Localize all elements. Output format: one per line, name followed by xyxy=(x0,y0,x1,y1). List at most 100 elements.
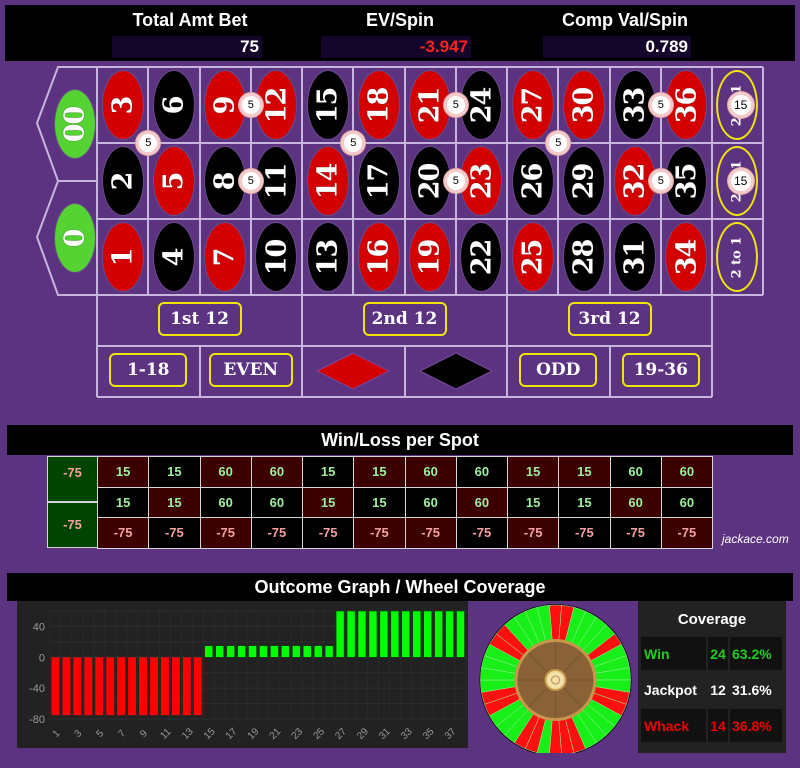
number-label: 16 xyxy=(363,239,395,275)
number-31[interactable]: 31 xyxy=(610,219,661,295)
number-29[interactable]: 29 xyxy=(558,143,609,219)
bet-chip[interactable]: 5 xyxy=(443,93,468,117)
winloss-cell: 60 xyxy=(660,486,713,518)
bar-21 xyxy=(270,645,279,658)
number-14[interactable]: 14 xyxy=(302,143,353,219)
dozen-bet-1[interactable]: 1st 12 xyxy=(157,302,242,336)
bet-chip[interactable]: 15 xyxy=(727,168,754,194)
bar-18 xyxy=(237,645,246,658)
outside-bet-1-18[interactable]: 1-18 xyxy=(109,353,188,387)
outside-bet-19-36[interactable]: 19-36 xyxy=(621,353,700,387)
bet-chip[interactable]: 5 xyxy=(136,131,161,155)
y-tick-label: 40 xyxy=(33,621,45,633)
number-22[interactable]: 22 xyxy=(456,219,507,295)
bar-25 xyxy=(313,645,323,658)
winloss-value: 60 xyxy=(423,464,438,480)
winloss-cell: 60 xyxy=(250,486,303,518)
number-oval: 1 xyxy=(101,222,144,292)
winloss-value: 60 xyxy=(474,494,490,510)
winloss-value: -75 xyxy=(267,525,287,541)
bet-chip[interactable]: 5 xyxy=(238,169,263,193)
bar-4 xyxy=(84,657,93,716)
number-17[interactable]: 17 xyxy=(353,143,404,219)
number-18[interactable]: 18 xyxy=(353,67,404,143)
dozen-bet-2[interactable]: 2nd 12 xyxy=(362,302,447,336)
bar-7 xyxy=(117,657,126,716)
number-26[interactable]: 26 xyxy=(507,143,558,219)
bet-chip[interactable]: 5 xyxy=(648,169,673,193)
winloss-cell: -75 xyxy=(404,517,457,549)
number-7[interactable]: 7 xyxy=(200,219,251,295)
bet-chip[interactable]: 5 xyxy=(648,93,673,117)
number-3[interactable]: 3 xyxy=(97,67,148,143)
number-label: 12 xyxy=(260,87,292,123)
bar-23 xyxy=(292,645,301,658)
winloss-value: 15 xyxy=(525,464,541,480)
number-19[interactable]: 19 xyxy=(405,219,456,295)
number-label: 18 xyxy=(363,87,395,123)
bar-30 xyxy=(368,610,378,658)
winloss-cell: 60 xyxy=(455,456,508,488)
black-bet-diamond[interactable] xyxy=(418,351,494,391)
outside-bet-label: 1-18 xyxy=(126,360,170,380)
number-label: 33 xyxy=(619,87,651,123)
winloss-value: 15 xyxy=(372,464,387,480)
winloss-cell: -75 xyxy=(660,517,713,549)
number-oval: 13 xyxy=(306,222,349,292)
number-00[interactable]: 00 xyxy=(52,72,97,176)
number-5[interactable]: 5 xyxy=(148,143,199,219)
red-bet-diamond[interactable] xyxy=(315,351,391,391)
number-0[interactable]: 0 xyxy=(52,186,97,290)
number-28[interactable]: 28 xyxy=(558,219,609,295)
number-oval: 7 xyxy=(204,222,247,292)
number-2[interactable]: 2 xyxy=(97,143,148,219)
number-oval: 16 xyxy=(357,222,400,292)
outside-bet-odd[interactable]: ODD xyxy=(519,353,598,387)
bet-chip[interactable]: 5 xyxy=(341,131,366,155)
bet-chip[interactable]: 5 xyxy=(546,131,571,155)
number-25[interactable]: 25 xyxy=(507,219,558,295)
coverage-label-whack: Whack xyxy=(641,709,706,742)
grid-vline xyxy=(711,295,713,397)
number-16[interactable]: 16 xyxy=(353,219,404,295)
column-bet-1[interactable]: 2 to 1 xyxy=(716,222,758,292)
winloss-value: 15 xyxy=(320,464,336,480)
x-tick-label: 27 xyxy=(333,726,349,742)
winloss-value: 15 xyxy=(525,494,541,510)
coverage-pct: 63.2% xyxy=(730,637,782,670)
winloss-value: -75 xyxy=(63,517,82,532)
bar-19 xyxy=(248,645,257,658)
number-oval: 27 xyxy=(511,70,554,140)
number-1[interactable]: 1 xyxy=(97,219,148,295)
number-10[interactable]: 10 xyxy=(251,219,302,295)
number-4[interactable]: 4 xyxy=(148,219,199,295)
winloss-value: 60 xyxy=(628,464,643,480)
number-label: 22 xyxy=(465,239,497,275)
dozen-bet-3[interactable]: 3rd 12 xyxy=(567,302,652,336)
number-6[interactable]: 6 xyxy=(148,67,199,143)
bet-chip[interactable]: 5 xyxy=(238,93,263,117)
number-oval: 19 xyxy=(409,222,452,292)
winloss-cell: 15 xyxy=(507,456,560,488)
bar-8 xyxy=(128,657,137,716)
outside-bet-even[interactable]: EVEN xyxy=(208,353,293,387)
winloss-value: -75 xyxy=(574,525,594,541)
number-label: 9 xyxy=(209,96,241,114)
number-15[interactable]: 15 xyxy=(302,67,353,143)
number-27[interactable]: 27 xyxy=(507,67,558,143)
number-13[interactable]: 13 xyxy=(302,219,353,295)
number-oval: 4 xyxy=(152,222,195,292)
bet-chip[interactable]: 15 xyxy=(727,92,754,118)
bet-chip[interactable]: 5 xyxy=(443,169,468,193)
number-oval: 00 xyxy=(53,89,96,159)
number-34[interactable]: 34 xyxy=(661,219,712,295)
bar-36 xyxy=(434,610,443,658)
bar-14 xyxy=(193,657,202,716)
bar-34 xyxy=(412,610,421,658)
number-oval: 17 xyxy=(357,146,400,216)
y-tick-label: -80 xyxy=(29,714,45,726)
number-oval: 26 xyxy=(511,146,554,216)
number-30[interactable]: 30 xyxy=(558,67,609,143)
grid-vline xyxy=(506,295,508,397)
number-oval: 30 xyxy=(562,70,605,140)
